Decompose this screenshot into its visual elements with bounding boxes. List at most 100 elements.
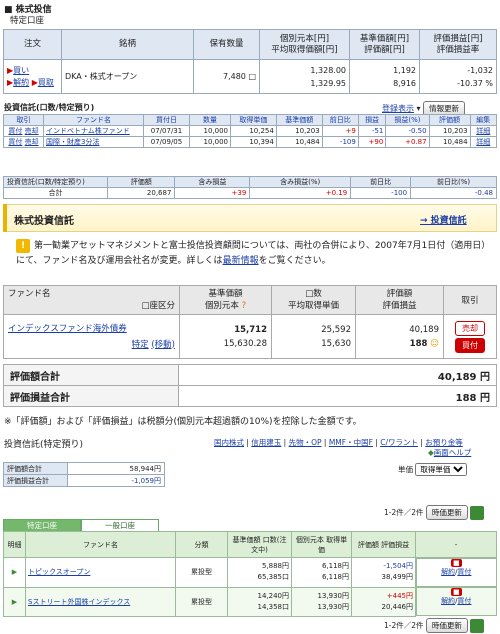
triangle-icon: ▾ bbox=[416, 104, 421, 113]
cost: 6,118円 bbox=[321, 573, 349, 582]
base: 10,203 bbox=[275, 125, 323, 137]
diff: +9 bbox=[321, 125, 359, 137]
col-fund[interactable]: ファンド名 bbox=[43, 114, 144, 126]
buy-link[interactable]: 買付 bbox=[457, 597, 471, 605]
col-pl[interactable]: 損益 bbox=[357, 114, 387, 126]
category: 累投型 bbox=[175, 586, 228, 617]
export-icon[interactable] bbox=[470, 506, 485, 520]
col-cost: 取得単価 bbox=[229, 114, 277, 126]
qty: 10,000 bbox=[189, 125, 231, 137]
pl-total-value: -1,059円 bbox=[67, 474, 165, 487]
move-link[interactable]: (移動) bbox=[151, 340, 175, 350]
eval-value: 8,916 bbox=[393, 78, 416, 88]
nav-margin[interactable]: 信用建玉 bbox=[251, 438, 281, 447]
col-qty: 数量 bbox=[189, 114, 231, 126]
eval: 10,203 bbox=[428, 125, 471, 137]
unit-box-icon: □ bbox=[248, 72, 256, 81]
col-eval: 評価額 評価損益 bbox=[355, 285, 444, 315]
sell-link[interactable]: 売却 bbox=[25, 138, 39, 146]
sell-link[interactable]: 売却 bbox=[25, 127, 39, 135]
kaitori-link[interactable]: 買取 bbox=[38, 78, 54, 87]
pl: -51 bbox=[357, 125, 387, 137]
cost: 10,394 bbox=[229, 136, 277, 148]
nav-links: 国内株式 | 信用建玉 | 先物・OP | MMF・中国F | C/ワラント |… bbox=[214, 438, 463, 447]
buy-button[interactable]: 買付 bbox=[455, 337, 485, 353]
section-title: 投資信託(特定預り) bbox=[4, 440, 84, 450]
badge-icon: ■ bbox=[450, 588, 462, 596]
col-category: 分類 bbox=[175, 531, 228, 558]
total-eval-value: 40,189 円 bbox=[178, 364, 497, 386]
price-refresh-button[interactable]: 時価更新 bbox=[425, 505, 468, 520]
fund-units-table: 取引 ファンド名 買付日 数量 取得単価 基準価額 前日比 損益 損益(%) 評… bbox=[3, 114, 498, 148]
fund-link[interactable]: 国際・財産3分法 bbox=[46, 138, 99, 146]
latest-info-link[interactable]: 最新情報 bbox=[223, 256, 259, 266]
detail-link[interactable]: 詳細 bbox=[476, 138, 490, 146]
buy-link[interactable]: 買付 bbox=[8, 138, 22, 146]
col-principal: 個別元本[円] 平均取得価額[円] bbox=[259, 29, 350, 60]
cancel-link[interactable]: 解約 bbox=[441, 568, 455, 576]
pl-total-label: 評価損益合計 bbox=[3, 474, 68, 487]
cost: 13,930円 bbox=[317, 602, 350, 611]
qty: 7,480 bbox=[222, 72, 246, 81]
col-date[interactable]: 買付日 bbox=[143, 114, 190, 126]
base: 14,240円 bbox=[257, 591, 290, 600]
screen-help-link[interactable]: 画面ヘルプ bbox=[434, 448, 472, 457]
cancel-link[interactable]: 解約 bbox=[441, 597, 455, 605]
fund-link[interactable]: トピックスオープン bbox=[28, 568, 90, 576]
table-row: インデックスファンド海外債券 特定 (移動) 15,712 15,630.28 2… bbox=[3, 314, 497, 359]
register-display-link[interactable]: 登録表示 bbox=[382, 104, 414, 113]
buy-link[interactable]: 買い bbox=[13, 66, 29, 75]
col-diff[interactable]: 前日比 bbox=[321, 114, 359, 126]
total-pl: +39 bbox=[174, 187, 251, 199]
tab-specific[interactable]: 特定口座 bbox=[3, 519, 81, 531]
principal: 1,328.00 bbox=[310, 65, 346, 75]
col-principal[interactable]: 個別元本 取得単価 bbox=[291, 531, 352, 558]
fund-link[interactable]: インドベトナム株ファンド bbox=[46, 127, 130, 135]
tab-general[interactable]: 一般口座 bbox=[81, 519, 159, 531]
fund-link[interactable]: Sストリート外国株インデックス bbox=[28, 598, 130, 606]
unit-select[interactable]: 取得単価 bbox=[415, 463, 468, 476]
price-refresh-button[interactable]: 時価更新 bbox=[425, 618, 468, 633]
bar-accent bbox=[3, 204, 7, 232]
col-base: 基準価額[円] 評価額[円] bbox=[349, 29, 420, 60]
expand-icon[interactable]: ▶ bbox=[12, 598, 17, 606]
account-link[interactable]: 特定 bbox=[132, 340, 149, 350]
notice: ! 第一勧業アセットマネジメントと富士投信投資顧問については、両社の合併により、2… bbox=[16, 239, 490, 269]
section-title: 投資信託(口数/特定預り) bbox=[4, 103, 95, 112]
col-pl: 評価損益[円] 評価損益率 bbox=[419, 29, 497, 60]
total-pl-value: 188 円 bbox=[178, 385, 497, 407]
col-base-units: 基準価額 口数(注文中) bbox=[227, 531, 292, 558]
table-row: 買付 売却 インドベトナム株ファンド 07/07/31 10,000 10,25… bbox=[3, 125, 498, 137]
expand-icon[interactable]: ▶ bbox=[12, 568, 17, 576]
base-price: 15,712 bbox=[234, 324, 267, 335]
nav-mmf[interactable]: MMF・中国F bbox=[329, 438, 373, 447]
buy-link[interactable]: 買付 bbox=[8, 127, 22, 135]
base-price: 1,192 bbox=[393, 65, 416, 75]
sell-button[interactable]: 売却 bbox=[455, 320, 485, 336]
col-qty: 保有数量 bbox=[193, 29, 260, 60]
col-order: 注文 bbox=[3, 29, 62, 60]
detail-link[interactable]: 詳細 bbox=[476, 127, 490, 135]
account-tabs: 特定口座 一般口座 bbox=[3, 519, 159, 531]
nav-warrant[interactable]: C/ワラント bbox=[380, 438, 418, 447]
col-plp[interactable]: 損益(%) bbox=[385, 114, 430, 126]
summary-table: 評価額合計 58,944円 評価損益合計 -1,059円 bbox=[3, 462, 165, 487]
fund-link[interactable]: インデックスファンド海外債券 bbox=[8, 324, 127, 334]
investment-trust-link[interactable]: → 投資信託 bbox=[420, 213, 467, 226]
units: 14,358口 bbox=[257, 602, 290, 611]
section-title: 株式投資信託 bbox=[14, 216, 74, 227]
buy-date: 07/07/31 bbox=[143, 125, 190, 137]
col-trade: 取引 bbox=[443, 285, 497, 315]
cancel-link[interactable]: 解約 bbox=[13, 78, 29, 87]
nav-deposit[interactable]: お預り金等 bbox=[425, 438, 463, 447]
nav-futures[interactable]: 先物・OP bbox=[289, 438, 322, 447]
col-eval: 評価額 評価損益 bbox=[351, 531, 416, 558]
fund-name: DKA・株式オープン bbox=[61, 59, 194, 94]
units: 65,385口 bbox=[257, 573, 290, 582]
summary-label: 投資信託(口数/特定預り) bbox=[3, 176, 108, 188]
buy-link[interactable]: 買付 bbox=[457, 568, 471, 576]
nav-domestic-stock[interactable]: 国内株式 bbox=[214, 438, 244, 447]
export-icon[interactable] bbox=[470, 619, 485, 633]
total-diff: -100 bbox=[350, 187, 412, 199]
table-row: ▶ トピックスオープン 累投型 5,888円 65,385口 6,118円 6,11… bbox=[3, 557, 497, 588]
